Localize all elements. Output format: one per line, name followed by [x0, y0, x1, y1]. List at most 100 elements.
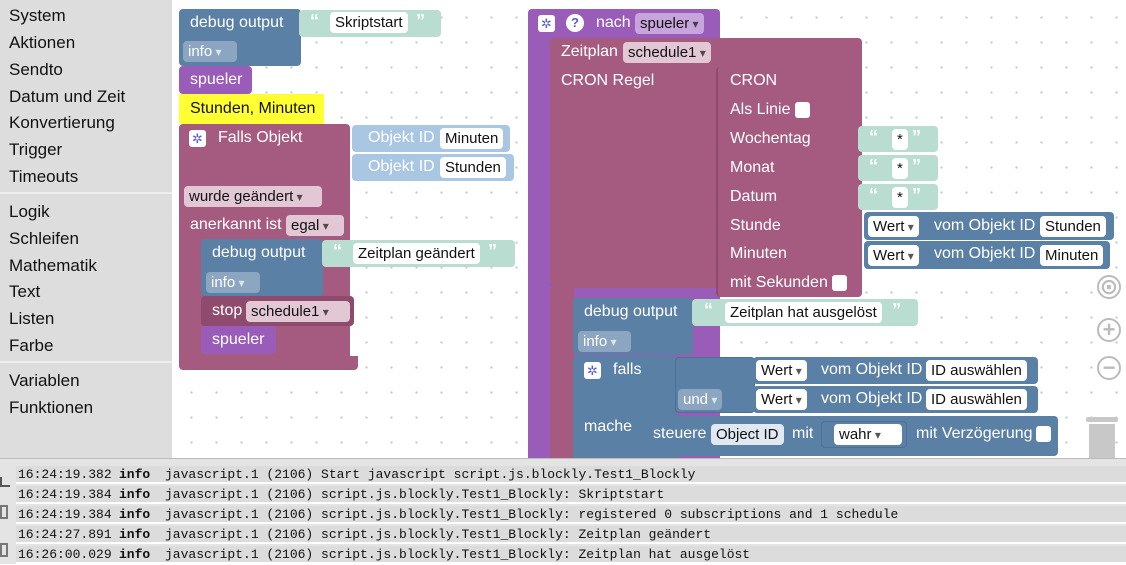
log-time: 16:24:19.384 — [18, 507, 112, 522]
quote-open-icon: “ — [704, 300, 713, 320]
toolbox: System Aktionen Sendto Datum und Zeit Ko… — [0, 0, 172, 458]
mit-verzoegerung-checkbox[interactable] — [1036, 426, 1051, 442]
steuere-label: steuere — [653, 425, 707, 442]
log-arrow-icon[interactable] — [0, 477, 10, 487]
debug-level-dropdown[interactable]: info — [206, 272, 260, 293]
vom-objekt-id-label: vom Objekt ID — [821, 390, 923, 407]
objekt-id-field[interactable]: Minuten — [440, 128, 504, 149]
debug-level-dropdown[interactable]: info — [183, 41, 237, 62]
quote-close-icon: ” — [416, 11, 425, 31]
quote-open-icon: “ — [869, 185, 878, 205]
target-icon[interactable]: ⊙ — [1097, 275, 1121, 299]
category-system[interactable]: System — [9, 6, 66, 26]
blockly-workspace[interactable]: debug output “ Skriptstart ” info spuele… — [172, 0, 1126, 458]
log-message: javascript.1 (2106) script.js.blockly.Te… — [165, 527, 712, 542]
log-severity: info — [119, 547, 151, 562]
debug-text-field[interactable]: Zeitplan geändert — [353, 243, 480, 264]
wochentag-field[interactable]: * — [892, 129, 908, 150]
log-severity: info — [119, 507, 151, 522]
nach-label: nach — [596, 14, 631, 31]
objekt-id-field[interactable]: Stunden — [440, 157, 506, 178]
mit-sekunden-label: mit Sekunden — [730, 274, 828, 291]
quote-close-icon: ” — [912, 156, 921, 176]
quote-close-icon: ” — [488, 241, 497, 261]
log-row: 16:26:00.029 info javascript.1 (2106) sc… — [16, 546, 1126, 564]
datum-field[interactable]: * — [892, 187, 908, 208]
zeitplan-name-field[interactable]: schedule1 — [623, 42, 711, 63]
category-text[interactable]: Text — [9, 282, 40, 302]
trash-icon[interactable] — [1080, 412, 1124, 458]
quote-close-icon: ” — [912, 127, 921, 147]
mit-verzoegerung-label: mit Verzögerung — [916, 425, 1033, 442]
log-message: javascript.1 (2106) script.js.blockly.Te… — [165, 487, 665, 502]
log-clear-icon[interactable] — [0, 543, 8, 557]
monat-field[interactable]: * — [892, 158, 908, 179]
category-schleifen[interactable]: Schleifen — [9, 229, 79, 249]
gear-icon[interactable]: ✲ — [189, 130, 206, 147]
gear-icon[interactable]: ✲ — [538, 15, 555, 32]
variable-label: spueler — [212, 331, 265, 348]
debug-level-dropdown[interactable]: info — [578, 331, 631, 352]
category-datum-und-zeit[interactable]: Datum und Zeit — [9, 87, 125, 107]
stunde-label: Stunde — [730, 217, 781, 234]
log-message: javascript.1 (2106) script.js.blockly.Te… — [165, 507, 899, 522]
category-konvertierung[interactable]: Konvertierung — [9, 113, 115, 133]
zoom-in-icon[interactable]: + — [1097, 318, 1121, 342]
log-console: 16:24:19.382 info javascript.1 (2106) St… — [0, 458, 1126, 564]
debug-text-field[interactable]: Zeitplan hat ausgelöst — [725, 302, 882, 323]
quote-close-icon: ” — [912, 185, 921, 205]
log-message: javascript.1 (2106) script.js.blockly.Te… — [165, 547, 751, 562]
category-variablen[interactable]: Variablen — [9, 371, 80, 391]
category-funktionen[interactable]: Funktionen — [9, 398, 93, 418]
category-farbe[interactable]: Farbe — [9, 336, 53, 356]
toolbox-separator — [0, 361, 172, 363]
boolean-dropdown[interactable]: wahr — [834, 424, 902, 445]
log-copy-icon[interactable] — [0, 505, 8, 519]
wert-dropdown[interactable]: Wert — [868, 216, 919, 237]
log-row: 16:24:27.891 info javascript.1 (2106) sc… — [16, 526, 1126, 544]
category-trigger[interactable]: Trigger — [9, 140, 62, 160]
nach-variable-field[interactable]: spueler — [635, 13, 704, 34]
category-timeouts[interactable]: Timeouts — [9, 167, 78, 187]
objekt-id-field[interactable]: Minuten — [1040, 245, 1104, 266]
comment-text: Stunden, Minuten — [190, 100, 316, 117]
log-time: 16:24:27.891 — [18, 527, 112, 542]
category-listen[interactable]: Listen — [9, 309, 54, 329]
wert-dropdown[interactable]: Wert — [756, 389, 807, 410]
category-aktionen[interactable]: Aktionen — [9, 33, 75, 53]
mit-sekunden-checkbox[interactable] — [832, 275, 847, 291]
wochentag-label: Wochentag — [730, 130, 811, 147]
objekt-id-field[interactable]: ID auswählen — [926, 389, 1027, 410]
wurde-geaendert-dropdown[interactable]: wurde geändert — [184, 186, 322, 207]
log-row: 16:24:19.384 info javascript.1 (2106) sc… — [16, 486, 1126, 504]
vom-objekt-id-label: vom Objekt ID — [934, 245, 1036, 262]
log-time: 16:26:00.029 — [18, 547, 112, 562]
wert-dropdown[interactable]: Wert — [868, 245, 919, 266]
objekt-id-field[interactable]: ID auswählen — [926, 360, 1027, 381]
category-logik[interactable]: Logik — [9, 202, 50, 222]
und-dropdown[interactable]: und — [678, 389, 723, 410]
object-id-field[interactable]: Object ID — [711, 424, 784, 445]
stop-schedule-dropdown[interactable]: schedule1 — [246, 301, 350, 322]
mache-label: mache — [584, 418, 633, 435]
quote-open-icon: “ — [869, 156, 878, 176]
zoom-out-icon[interactable]: − — [1097, 356, 1121, 380]
debug-output-label: debug output — [584, 303, 678, 320]
objekt-id-field[interactable]: Stunden — [1040, 216, 1106, 237]
log-toolbar — [0, 465, 12, 565]
minuten-label: Minuten — [730, 245, 787, 262]
als-linie-checkbox[interactable] — [795, 102, 810, 118]
debug-text-field[interactable]: Skriptstart — [330, 12, 408, 33]
anerkannt-label: anerkannt ist — [190, 216, 282, 233]
help-icon[interactable]: ? — [566, 14, 584, 32]
wert-dropdown[interactable]: Wert — [756, 360, 807, 381]
quote-open-icon: “ — [310, 11, 319, 31]
quote-close-icon: ” — [892, 300, 901, 320]
log-time: 16:24:19.384 — [18, 487, 112, 502]
debug-output-label: debug output — [190, 14, 284, 31]
category-mathematik[interactable]: Mathematik — [9, 256, 97, 276]
mit-label: mit — [792, 425, 814, 442]
anerkannt-dropdown[interactable]: egal — [286, 215, 344, 236]
gear-icon[interactable]: ✲ — [584, 362, 601, 379]
category-sendto[interactable]: Sendto — [9, 60, 63, 80]
